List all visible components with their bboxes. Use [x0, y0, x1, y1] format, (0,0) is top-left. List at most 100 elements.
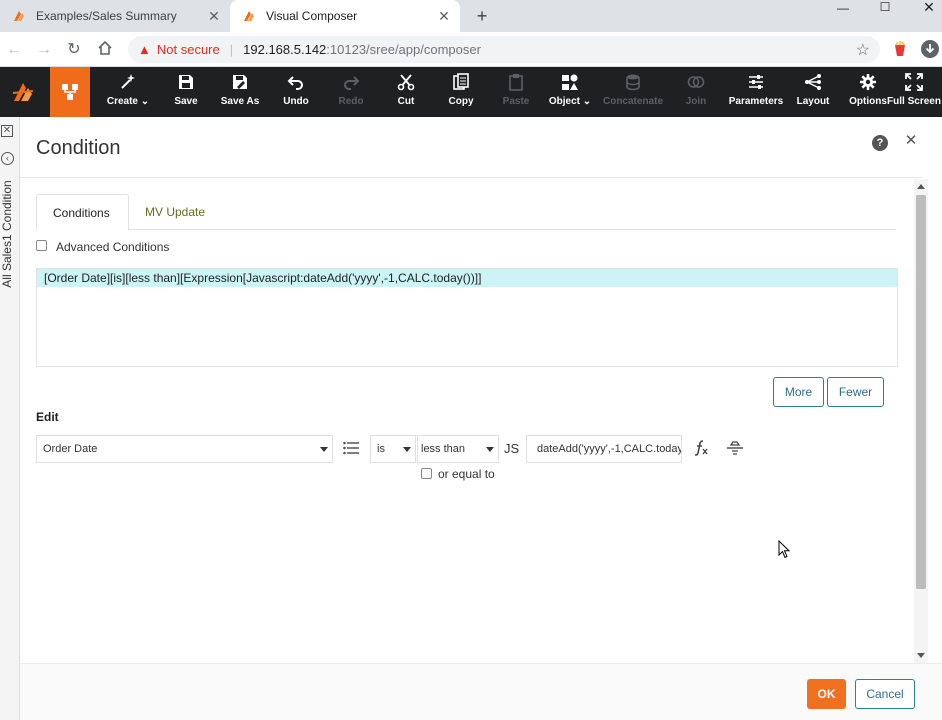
address-bar: ← → ↻ ▲ Not secure | 192.168.5.142 :1012… [0, 32, 942, 67]
save-as-button[interactable]: Save As [212, 67, 268, 117]
url-field[interactable]: ▲ Not secure | 192.168.5.142 :10123/sree… [128, 36, 880, 63]
or-equal-to-checkbox[interactable] [421, 468, 432, 479]
close-tab-icon[interactable]: ✕ [206, 8, 222, 24]
extension-icon[interactable] [891, 40, 909, 58]
operator-select-value: is [377, 443, 385, 455]
value-type-label[interactable]: JS [504, 441, 519, 456]
window-close-icon[interactable]: ✕ [914, 0, 942, 15]
scrollbar-thumb[interactable] [916, 195, 926, 589]
edit-section-label: Edit [36, 410, 59, 424]
operator-select[interactable]: is [370, 435, 416, 463]
expression-input[interactable]: dateAdd('yyyy',-1,CALC.today()) [526, 435, 682, 463]
side-panel-label[interactable]: All Sales1 Condition [0, 179, 14, 289]
close-tab-icon[interactable]: ✕ [436, 8, 452, 24]
copy-button[interactable]: Copy [433, 67, 489, 117]
advanced-conditions-label: Advanced Conditions [56, 240, 170, 254]
cut-label: Cut [397, 96, 415, 107]
reload-icon[interactable]: ↻ [64, 40, 84, 60]
security-label: Not secure [156, 42, 220, 57]
undo-button[interactable]: Undo [268, 67, 324, 117]
back-icon[interactable]: ← [4, 40, 24, 60]
advanced-conditions-checkbox[interactable] [36, 240, 47, 251]
scroll-up-arrow-icon[interactable] [917, 184, 925, 189]
condition-list: [Order Date][is][less than][Expression[J… [36, 268, 898, 367]
dialog-title: Condition [36, 137, 121, 159]
maximize-icon[interactable]: ☐ [870, 1, 900, 15]
profile-download-icon[interactable] [921, 40, 939, 58]
brand-logo-icon [0, 67, 45, 117]
save-as-label: Save As [220, 96, 260, 107]
save-as-icon [212, 67, 268, 91]
redo-button[interactable]: Redo [323, 67, 379, 117]
app-favicon-icon [242, 9, 256, 23]
condition-list-item[interactable]: [Order Date][is][less than][Expression[J… [37, 269, 897, 287]
chevron-down-icon: ⌄ [140, 96, 150, 107]
create-label: Create [106, 96, 138, 107]
concatenate-icon [602, 67, 664, 91]
back-circle-icon[interactable]: ‹ [1, 152, 14, 165]
fewer-button[interactable]: Fewer [827, 377, 884, 407]
paste-button[interactable]: Paste [488, 67, 544, 117]
dialog-scrollbar[interactable] [914, 179, 928, 663]
undo-label: Undo [283, 96, 309, 107]
composer-app-icon[interactable] [50, 67, 90, 117]
object-icon [540, 67, 600, 91]
field-select[interactable]: Order Date [36, 435, 333, 463]
object-button[interactable]: Object ⌄ [540, 67, 600, 117]
condition-dialog: Condition ? ✕ Conditions MV Update Advan… [20, 117, 942, 720]
full-screen-label: Full Screen [887, 96, 941, 107]
comparison-select-value: less than [421, 443, 466, 455]
cut-button[interactable]: Cut [378, 67, 434, 117]
layout-label: Layout [796, 96, 830, 107]
scroll-down-arrow-icon[interactable] [917, 653, 925, 658]
formula-icon[interactable] [692, 439, 710, 457]
url-host: 192.168.5.142 [243, 42, 327, 57]
layout-button[interactable]: Layout [785, 67, 841, 117]
full-screen-button[interactable]: Full Screen [886, 67, 942, 117]
cancel-button[interactable]: Cancel [855, 679, 915, 709]
concatenate-button[interactable]: Concatenate [602, 67, 664, 117]
mouse-pointer-icon [778, 539, 792, 560]
paste-label: Paste [502, 96, 530, 107]
concatenate-label: Concatenate [602, 96, 663, 107]
parameters-button[interactable]: Parameters [728, 67, 784, 117]
app-toolbar: Create ⌄ Save Save As Undo Redo Cut Copy… [0, 67, 942, 117]
browser-tab-visual-composer[interactable]: Visual Composer ✕ [230, 0, 460, 32]
save-label: Save [174, 96, 198, 107]
browser-tab-sales-summary[interactable]: Examples/Sales Summary ✕ [0, 0, 230, 32]
scissors-icon [378, 67, 434, 91]
fullscreen-icon [886, 67, 942, 91]
copy-icon [433, 67, 489, 91]
help-icon[interactable]: ? [872, 135, 888, 151]
join-label: Join [685, 96, 707, 107]
dialog-divider [20, 177, 922, 178]
bookmark-star-icon[interactable]: ☆ [856, 40, 870, 60]
create-button[interactable]: Create ⌄ [100, 67, 156, 117]
close-icon[interactable]: ✕ [904, 133, 918, 149]
dropdown-caret-icon [320, 447, 328, 452]
new-tab-icon[interactable]: + [472, 6, 492, 26]
url-path: :10123/sree/app/composer [326, 42, 481, 57]
copy-label: Copy [448, 96, 474, 107]
tab-conditions[interactable]: Conditions [36, 194, 129, 231]
close-panel-icon[interactable]: ✕ [1, 125, 13, 137]
undo-icon [268, 67, 324, 91]
forward-icon[interactable]: → [34, 40, 54, 60]
field-select-value: Order Date [43, 443, 98, 455]
dropdown-caret-icon [403, 447, 411, 452]
list-icon[interactable] [343, 441, 359, 455]
home-icon[interactable] [95, 40, 115, 60]
ok-button[interactable]: OK [807, 679, 846, 709]
comparison-select[interactable]: less than [417, 435, 499, 463]
more-button[interactable]: More [773, 377, 824, 407]
parameters-label: Parameters [728, 96, 784, 107]
dropdown-caret-icon [486, 447, 494, 452]
or-equal-to-label: or equal to [438, 467, 495, 481]
filter-sort-icon[interactable] [726, 439, 744, 457]
redo-label: Redo [338, 96, 364, 107]
tab-mv-update[interactable]: MV Update [129, 194, 221, 231]
join-button[interactable]: Join [668, 67, 724, 117]
save-button[interactable]: Save [158, 67, 214, 117]
url-separator: | [229, 42, 234, 57]
minimize-icon[interactable]: — [828, 2, 858, 16]
